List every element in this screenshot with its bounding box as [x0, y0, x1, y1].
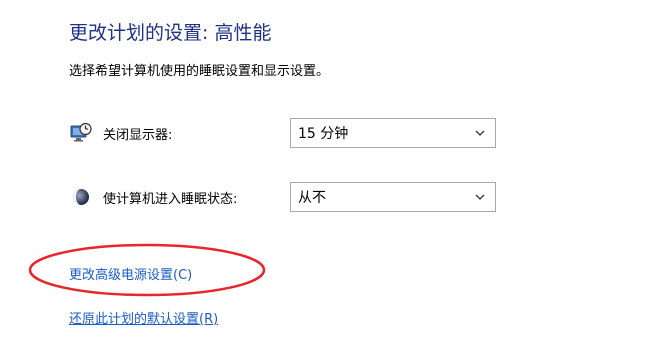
- setting-row-display: 关闭显示器:: [70, 116, 172, 150]
- sleep-select[interactable]: 从不: [290, 182, 496, 212]
- restore-defaults-link[interactable]: 还原此计划的默认设置(R): [69, 308, 218, 327]
- setting-row-sleep: 使计算机进入睡眠状态:: [70, 180, 237, 214]
- monitor-clock-icon: [70, 122, 92, 144]
- moon-sleep-icon: [70, 186, 92, 208]
- sleep-value: 从不: [298, 190, 326, 206]
- page-title: 更改计划的设置: 高性能: [69, 22, 272, 44]
- page-subtitle: 选择希望计算机使用的睡眠设置和显示设置。: [69, 64, 330, 79]
- sleep-label: 使计算机进入睡眠状态:: [103, 191, 238, 207]
- chevron-down-icon: [475, 194, 485, 200]
- turn-off-display-label: 关闭显示器:: [103, 127, 173, 143]
- highlight-oval: [28, 243, 266, 297]
- turn-off-display-value: 15 分钟: [298, 126, 349, 142]
- chevron-down-icon: [475, 130, 485, 136]
- turn-off-display-select[interactable]: 15 分钟: [290, 118, 496, 148]
